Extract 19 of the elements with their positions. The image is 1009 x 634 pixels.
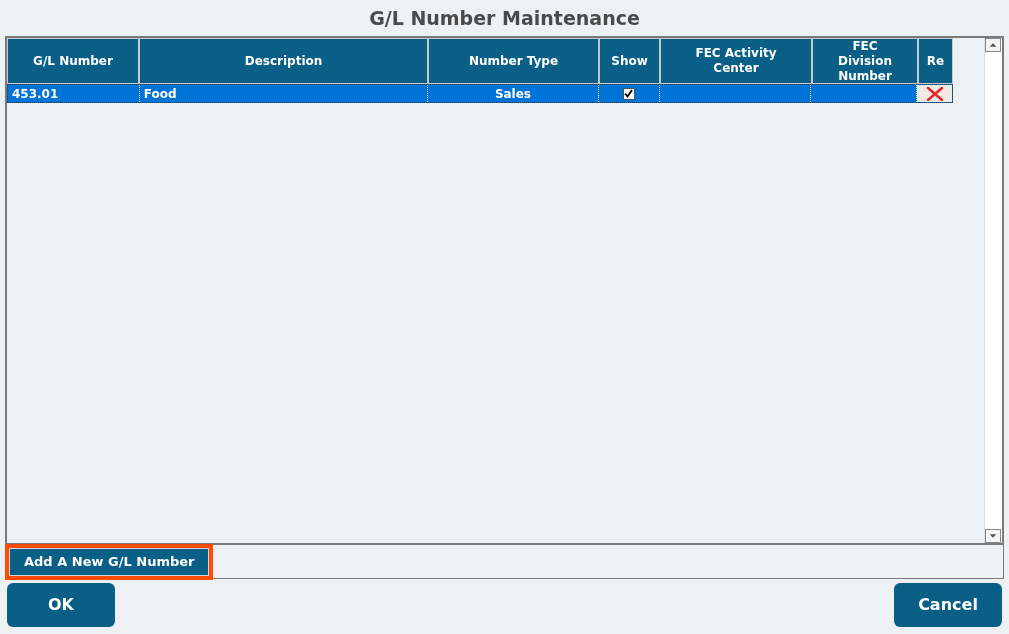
table-cell: Food <box>139 85 429 102</box>
table-cell: 453.01 <box>8 85 140 102</box>
remove-button[interactable] <box>917 85 952 102</box>
dialog-button[interactable]: OK <box>7 583 115 627</box>
table-row[interactable]: 453.01 Food Sales <box>7 84 953 103</box>
vertical-scrollbar[interactable] <box>984 38 1002 543</box>
column-header: Show <box>599 38 660 84</box>
delete-x-icon <box>925 86 944 101</box>
column-header: G/L Number <box>7 38 139 84</box>
table-cell: Sales <box>428 85 599 102</box>
column-header: FEC Activity Center <box>660 38 812 84</box>
dialog-button[interactable]: Cancel <box>894 583 1002 627</box>
checkmark-icon <box>624 89 634 98</box>
column-header: FEC Division Number <box>812 38 918 84</box>
column-header: Number Type <box>428 38 599 84</box>
column-header: Description <box>139 38 428 84</box>
show-checkbox[interactable] <box>622 87 635 100</box>
column-header: Re <box>918 38 953 84</box>
window-title: G/L Number Maintenance <box>369 5 640 31</box>
